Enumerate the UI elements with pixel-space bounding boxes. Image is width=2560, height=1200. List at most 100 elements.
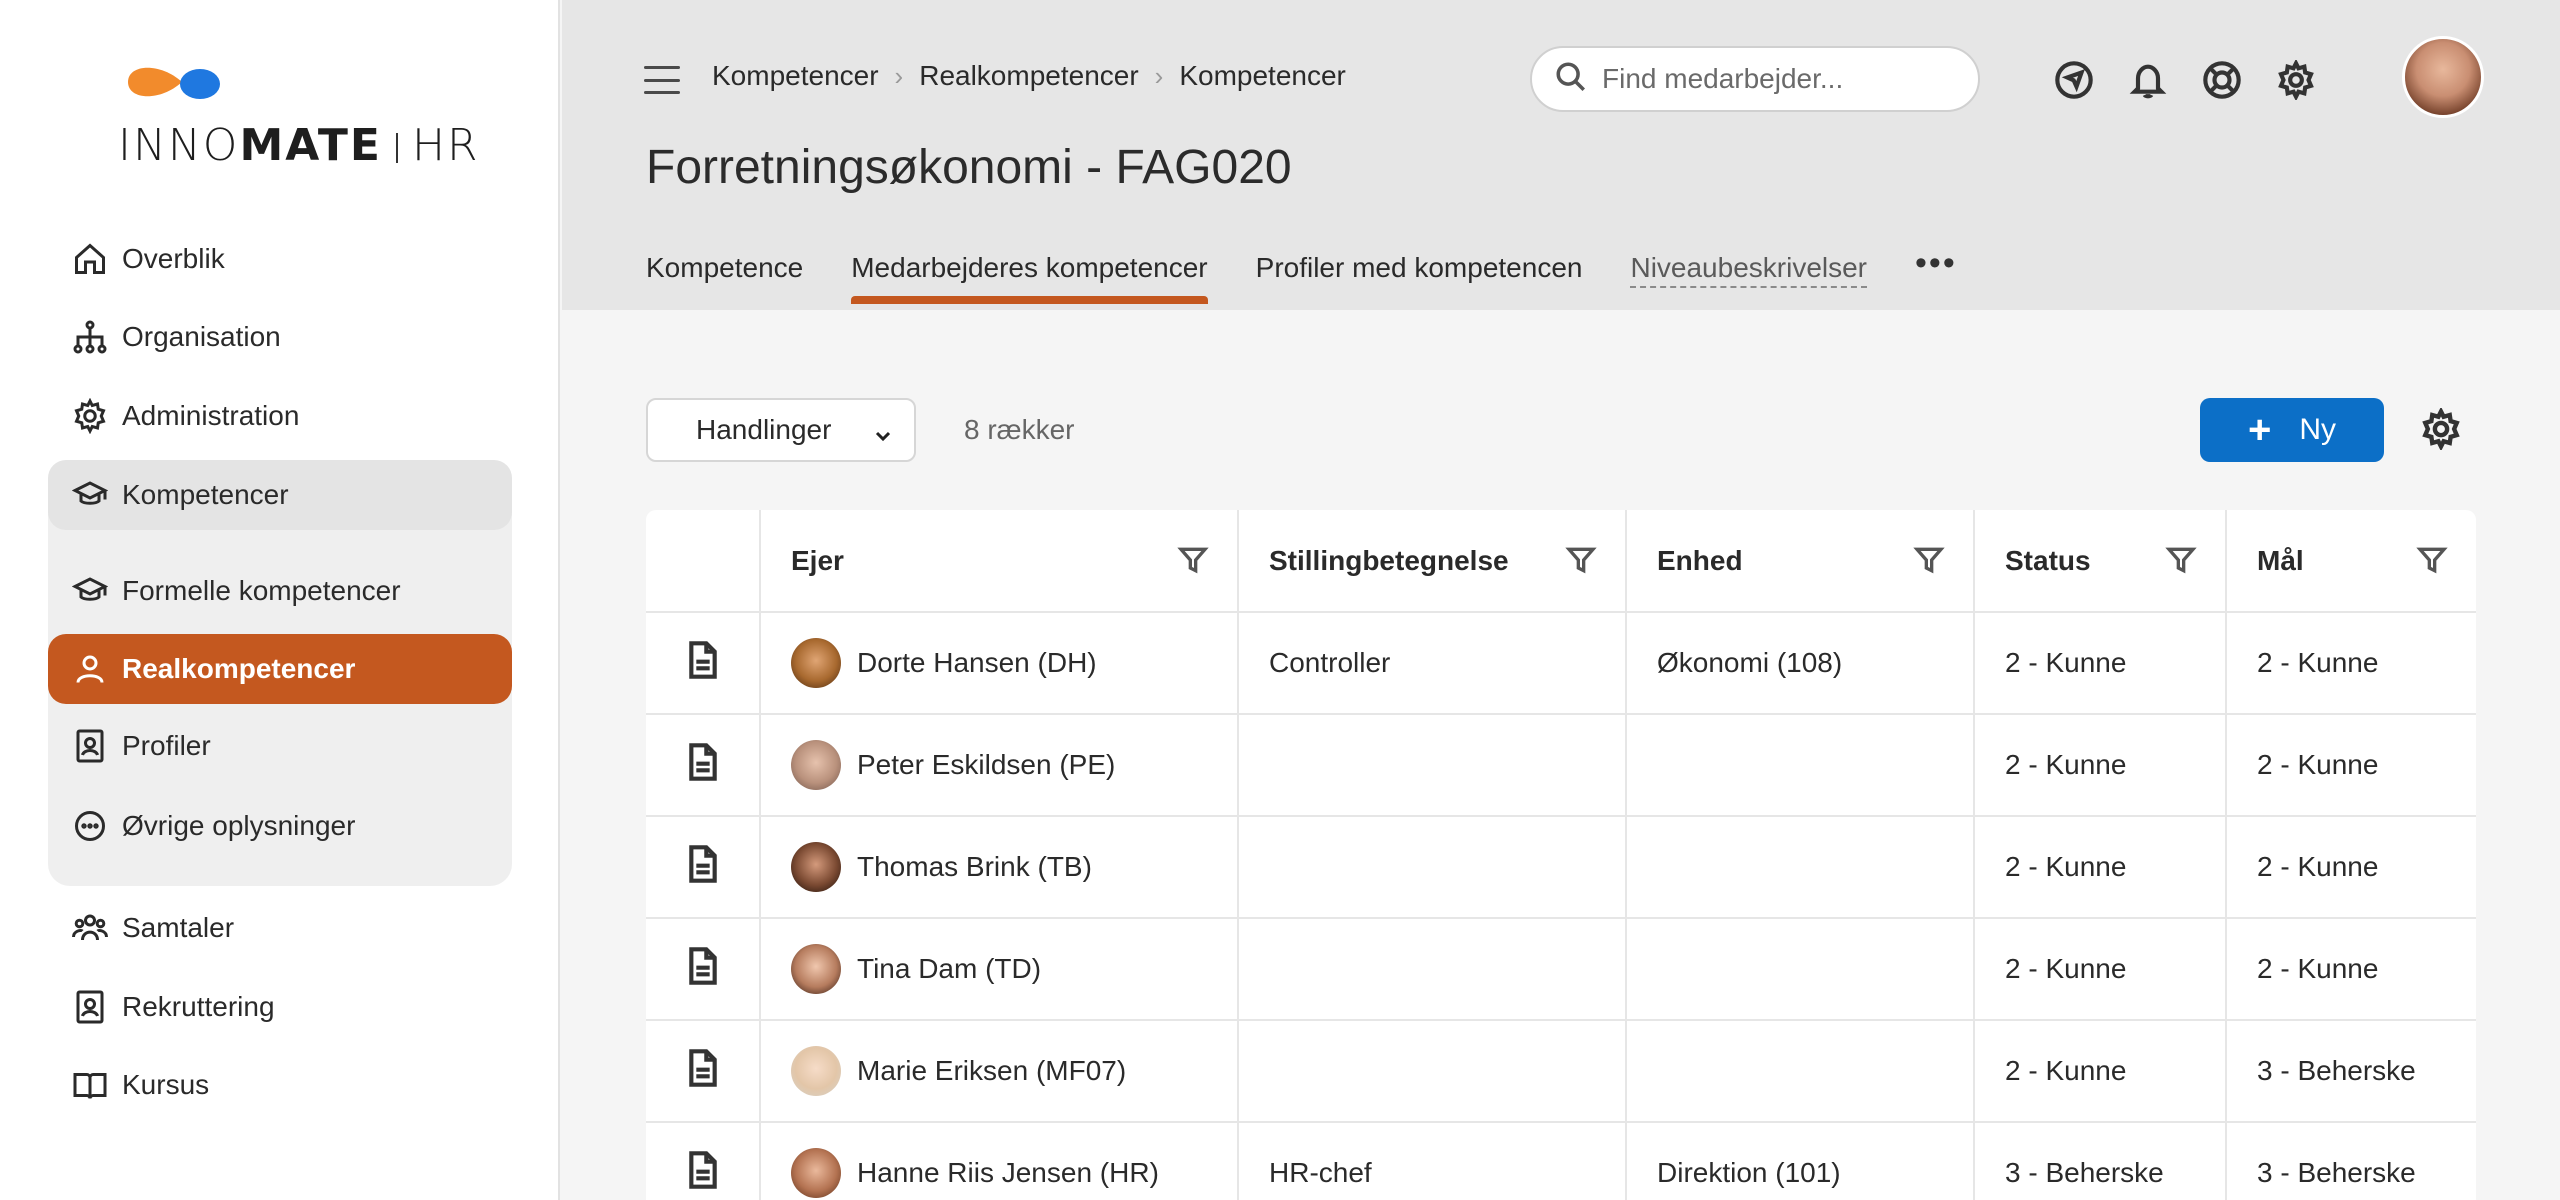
goal-cell: 3 - Beherske [2226,1122,2476,1200]
goal-cell: 2 - Kunne [2226,918,2476,1021]
new-button-label: Ny [2299,413,2337,446]
logo: INNOMATE HR [118,56,478,171]
tab-medarbejderes-kompetencer[interactable]: Medarbejderes kompetencer [851,252,1209,304]
avatar [791,944,841,994]
sidebar-item-label: Formelle kompetencer [122,575,401,606]
sidebar-item-organisation[interactable]: Organisation [48,302,512,372]
column-header-label: Stillingbetegnelse [1269,544,1509,576]
filter-icon[interactable] [2416,544,2450,578]
avatar [791,638,841,688]
column-header-enhed[interactable]: Enhed [1626,510,1975,613]
filter-icon[interactable] [1565,544,1599,578]
title-cell [1238,1020,1627,1123]
lifebuoy-icon[interactable] [2200,58,2244,102]
document-icon[interactable] [646,714,761,817]
sidebar-item-label: Profiler [122,730,211,761]
table-settings-icon[interactable] [2420,406,2464,452]
chevron-right-icon: › [1154,60,1164,91]
column-header-status[interactable]: Status [1974,510,2227,613]
sidebar-item-profiler[interactable]: Profiler [48,711,512,781]
tab-bar: Kompetence Medarbejderes kompetencer Pro… [646,244,1957,310]
status-cell: 2 - Kunne [1974,816,2227,919]
filter-icon[interactable] [2165,544,2199,578]
title-cell: HR-chef [1238,1122,1627,1200]
sidebar-item-formelle-kompetencer[interactable]: Formelle kompetencer [48,556,512,626]
graduation-cap-icon [70,475,110,515]
sidebar-item-label: Samtaler [122,912,235,943]
document-icon[interactable] [646,612,761,715]
goal-cell: 2 - Kunne [2226,714,2476,817]
title-cell [1238,918,1627,1021]
column-header-label: Enhed [1657,544,1743,576]
column-header-doc [646,510,761,613]
column-header-label: Ejer [791,544,844,576]
breadcrumb-item[interactable]: Kompetencer [1179,60,1346,92]
unit-cell [1626,918,1975,1021]
table-row[interactable]: Hanne Riis Jensen (HR) HR-chef Direktion… [646,1122,2476,1200]
header: Kompetencer › Realkompetencer › Kompeten… [562,0,2560,310]
column-header-ejer[interactable]: Ejer [760,510,1239,613]
actions-dropdown[interactable]: Handlinger [646,398,916,462]
people-icon [70,908,110,948]
book-icon [70,1065,110,1105]
table-row[interactable]: Peter Eskildsen (PE) 2 - Kunne 2 - Kunne [646,714,2476,817]
row-count: 8 rækker [964,414,1075,445]
filter-icon[interactable] [1913,544,1947,578]
chevron-down-icon [874,420,892,442]
gear-icon[interactable] [2274,58,2318,102]
chevron-right-icon: › [894,60,904,91]
search-box[interactable] [1530,46,1980,112]
menu-icon[interactable] [644,66,680,94]
avatar [791,1148,841,1198]
sidebar-item-ovrige-oplysninger[interactable]: Øvrige oplysninger [48,791,512,861]
tab-kompetence[interactable]: Kompetence [646,252,803,302]
column-header-maal[interactable]: Mål [2226,510,2476,613]
sidebar-item-realkompetencer[interactable]: Realkompetencer [48,634,512,704]
search-input[interactable] [1602,63,1942,95]
sidebar-item-samtaler[interactable]: Samtaler [48,893,512,963]
breadcrumb-item[interactable]: Realkompetencer [919,60,1138,92]
header-icons [2052,58,2318,102]
sidebar-item-label: Kompetencer [122,479,289,510]
table-row[interactable]: Dorte Hansen (DH) Controller Økonomi (10… [646,612,2476,715]
document-icon[interactable] [646,816,761,919]
owner-cell: Dorte Hansen (DH) [760,612,1239,715]
navigation-icon[interactable] [2052,58,2096,102]
new-button[interactable]: + Ny [2200,398,2384,462]
goal-cell: 2 - Kunne [2226,612,2476,715]
breadcrumb-item[interactable]: Kompetencer [712,60,879,92]
sidebar-item-label: Kursus [122,1069,210,1100]
column-header-stillingbetegnelse[interactable]: Stillingbetegnelse [1238,510,1627,613]
status-cell: 2 - Kunne [1974,714,2227,817]
sidebar-item-label: Øvrige oplysninger [122,810,356,841]
goal-cell: 3 - Beherske [2226,1020,2476,1123]
sidebar-item-rekruttering[interactable]: Rekruttering [48,972,512,1042]
owner-cell: Hanne Riis Jensen (HR) [760,1122,1239,1200]
unit-cell [1626,1020,1975,1123]
document-icon[interactable] [646,918,761,1021]
id-badge-icon [70,987,110,1027]
filter-icon[interactable] [1177,544,1211,578]
table-row[interactable]: Tina Dam (TD) 2 - Kunne 2 - Kunne [646,918,2476,1021]
tab-profiler-med-kompetencen[interactable]: Profiler med kompetencen [1256,252,1583,302]
tab-niveaubeskrivelser[interactable]: Niveaubeskrivelser [1630,252,1868,288]
user-avatar[interactable] [2402,36,2484,118]
avatar [791,1046,841,1096]
sidebar-item-overblik[interactable]: Overblik [48,224,512,294]
sidebar-item-administration[interactable]: Administration [48,381,512,451]
document-icon[interactable] [646,1122,761,1200]
sidebar-item-label: Rekruttering [122,991,275,1022]
table-row[interactable]: Thomas Brink (TB) 2 - Kunne 2 - Kunne [646,816,2476,919]
table-row[interactable]: Marie Eriksen (MF07) 2 - Kunne 3 - Beher… [646,1020,2476,1123]
sidebar-item-kompetencer[interactable]: Kompetencer [48,460,512,530]
more-tabs-icon[interactable]: ••• [1915,244,1957,283]
bell-icon[interactable] [2126,58,2170,102]
sidebar-item-kursus[interactable]: Kursus [48,1050,512,1120]
document-icon[interactable] [646,1020,761,1123]
gear-icon [70,396,110,436]
owner-cell: Peter Eskildsen (PE) [760,714,1239,817]
sidebar-item-label: Realkompetencer [122,653,356,684]
status-cell: 2 - Kunne [1974,918,2227,1021]
org-chart-icon [70,317,110,357]
avatar [791,740,841,790]
